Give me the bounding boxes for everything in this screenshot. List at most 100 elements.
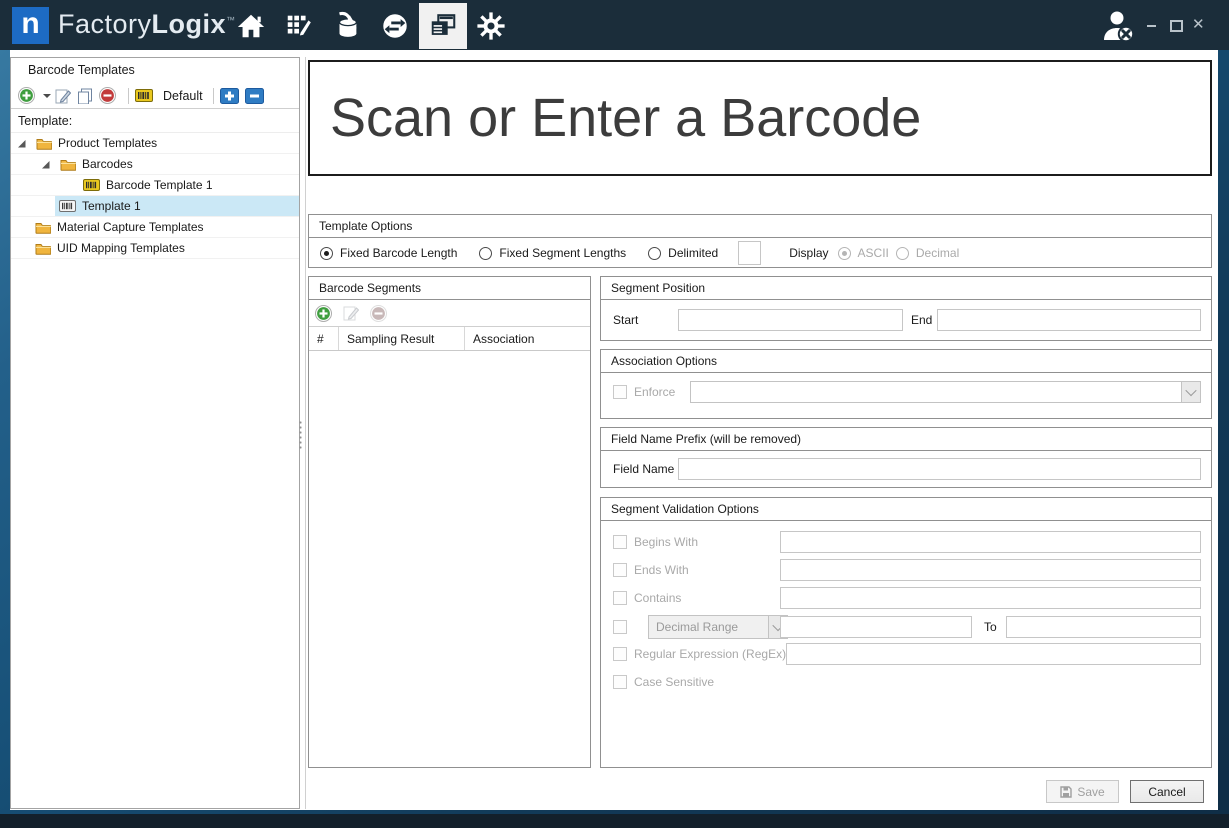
toolbar-separator bbox=[128, 88, 129, 104]
fixed-barcode-length-label: Fixed Barcode Length bbox=[340, 246, 457, 260]
range-checkbox[interactable] bbox=[613, 620, 627, 634]
group-title: Field Name Prefix (will be removed) bbox=[601, 428, 1211, 451]
copy-template-button[interactable] bbox=[77, 88, 93, 104]
tree-item-barcode-template-1[interactable]: Barcode Template 1 bbox=[11, 175, 299, 196]
range-type-combobox[interactable]: Decimal Range bbox=[648, 615, 788, 639]
range-from-input[interactable] bbox=[780, 616, 972, 638]
contains-input[interactable] bbox=[780, 587, 1201, 609]
begins-with-input[interactable] bbox=[780, 531, 1201, 553]
expander-icon[interactable] bbox=[17, 139, 26, 148]
display-label: Display bbox=[789, 246, 828, 260]
ends-with-input[interactable] bbox=[780, 559, 1201, 581]
display-ascii-radio[interactable] bbox=[838, 247, 851, 260]
end-input[interactable] bbox=[937, 309, 1201, 331]
barcode-gray-icon bbox=[59, 200, 76, 212]
splitter-grip[interactable] bbox=[298, 420, 303, 450]
regex-checkbox[interactable] bbox=[613, 647, 627, 661]
add-template-button[interactable] bbox=[18, 87, 35, 104]
template-options-group: Template Options Fixed Barcode Length Fi… bbox=[308, 214, 1212, 268]
save-floppy-icon bbox=[1060, 786, 1072, 798]
column-number[interactable]: # bbox=[309, 327, 339, 350]
add-dropdown-caret-icon[interactable] bbox=[43, 94, 51, 98]
home-icon[interactable] bbox=[227, 3, 275, 49]
scan-prompt-box[interactable]: Scan or Enter a Barcode bbox=[308, 60, 1212, 176]
scan-prompt-text: Scan or Enter a Barcode bbox=[310, 87, 921, 149]
minimize-icon[interactable] bbox=[1146, 19, 1158, 31]
tree-item-label: Barcode Template 1 bbox=[106, 178, 213, 192]
fixed-segment-lengths-radio[interactable] bbox=[479, 247, 492, 260]
field-name-label: Field Name bbox=[613, 462, 678, 476]
delimiter-input[interactable] bbox=[738, 241, 761, 265]
group-title: Association Options bbox=[601, 350, 1211, 373]
column-association[interactable]: Association bbox=[465, 327, 590, 350]
remove-segment-button[interactable] bbox=[370, 305, 387, 322]
close-icon[interactable]: ✕ bbox=[1192, 19, 1204, 31]
barcode-default-icon[interactable] bbox=[135, 89, 153, 102]
tree-item-uid-mapping-templates[interactable]: UID Mapping Templates bbox=[11, 238, 299, 259]
save-button[interactable]: Save bbox=[1046, 780, 1119, 803]
delimited-radio[interactable] bbox=[648, 247, 661, 260]
tree-item-label: Barcodes bbox=[82, 157, 133, 171]
user-logout-icon[interactable] bbox=[1100, 8, 1138, 46]
tree-item-product-templates[interactable]: Product Templates bbox=[11, 133, 299, 154]
maximize-icon[interactable] bbox=[1169, 19, 1181, 31]
add-segment-button[interactable] bbox=[315, 305, 332, 322]
fixed-barcode-length-radio[interactable] bbox=[320, 247, 333, 260]
combo-dropdown-button[interactable] bbox=[1181, 382, 1200, 402]
group-title: Segment Position bbox=[601, 277, 1211, 300]
cancel-button[interactable]: Cancel bbox=[1130, 780, 1204, 803]
ends-with-checkbox[interactable] bbox=[613, 563, 627, 577]
template-label: Template: bbox=[11, 109, 299, 133]
expand-all-icon[interactable] bbox=[220, 88, 239, 104]
field-name-prefix-group: Field Name Prefix (will be removed) Fiel… bbox=[600, 427, 1212, 488]
main-navigation bbox=[227, 0, 515, 50]
barcode-templates-panel: Barcode Templates Default bbox=[10, 57, 300, 809]
tree-item-barcodes[interactable]: Barcodes bbox=[11, 154, 299, 175]
end-label: End bbox=[911, 313, 937, 327]
collapse-all-icon[interactable] bbox=[245, 88, 264, 104]
to-label: To bbox=[984, 620, 997, 634]
enforce-checkbox[interactable] bbox=[613, 385, 627, 399]
display-ascii-label: ASCII bbox=[858, 246, 889, 260]
edit-segment-button[interactable] bbox=[343, 305, 359, 321]
save-label: Save bbox=[1077, 785, 1104, 799]
templates-windows-icon[interactable] bbox=[419, 3, 467, 49]
start-label: Start bbox=[613, 313, 678, 327]
regex-input[interactable] bbox=[786, 643, 1201, 665]
contains-label: Contains bbox=[634, 591, 681, 605]
display-decimal-radio[interactable] bbox=[896, 247, 909, 260]
tree-item-template-1-selected[interactable]: Template 1 bbox=[11, 196, 299, 217]
planning-grid-pencil-icon[interactable] bbox=[275, 3, 323, 49]
ends-with-label: Ends With bbox=[634, 563, 689, 577]
field-name-input[interactable] bbox=[678, 458, 1201, 480]
range-to-input[interactable] bbox=[1006, 616, 1201, 638]
start-input[interactable] bbox=[678, 309, 903, 331]
contains-checkbox[interactable] bbox=[613, 591, 627, 605]
expander-icon[interactable] bbox=[41, 160, 50, 169]
tree-item-label: Product Templates bbox=[58, 136, 157, 150]
toolbar-separator bbox=[213, 88, 214, 104]
remove-template-button[interactable] bbox=[99, 87, 116, 104]
column-sampling-result[interactable]: Sampling Result bbox=[339, 327, 465, 350]
folder-icon bbox=[35, 221, 51, 234]
segment-validation-group: Segment Validation Options Begins With E… bbox=[600, 497, 1212, 768]
case-sensitive-label: Case Sensitive bbox=[634, 675, 714, 689]
materials-database-icon[interactable] bbox=[323, 3, 371, 49]
delimited-label: Delimited bbox=[668, 246, 718, 260]
tree-item-material-capture-templates[interactable]: Material Capture Templates bbox=[11, 217, 299, 238]
cancel-label: Cancel bbox=[1148, 785, 1185, 799]
templates-toolbar: Default bbox=[11, 83, 299, 109]
barcode-yellow-icon bbox=[83, 179, 100, 191]
settings-gear-icon[interactable] bbox=[467, 3, 515, 49]
regex-label: Regular Expression (RegEx): bbox=[634, 647, 789, 661]
association-options-group: Association Options Enforce bbox=[600, 349, 1212, 419]
folder-icon bbox=[35, 242, 51, 255]
case-sensitive-checkbox[interactable] bbox=[613, 675, 627, 689]
association-combobox[interactable] bbox=[690, 381, 1201, 403]
tree-item-label: UID Mapping Templates bbox=[57, 241, 185, 255]
group-title: Barcode Segments bbox=[309, 277, 590, 300]
window-controls: ✕ bbox=[1146, 0, 1204, 50]
edit-template-button[interactable] bbox=[55, 88, 71, 104]
sync-circle-arrows-icon[interactable] bbox=[371, 3, 419, 49]
begins-with-checkbox[interactable] bbox=[613, 535, 627, 549]
